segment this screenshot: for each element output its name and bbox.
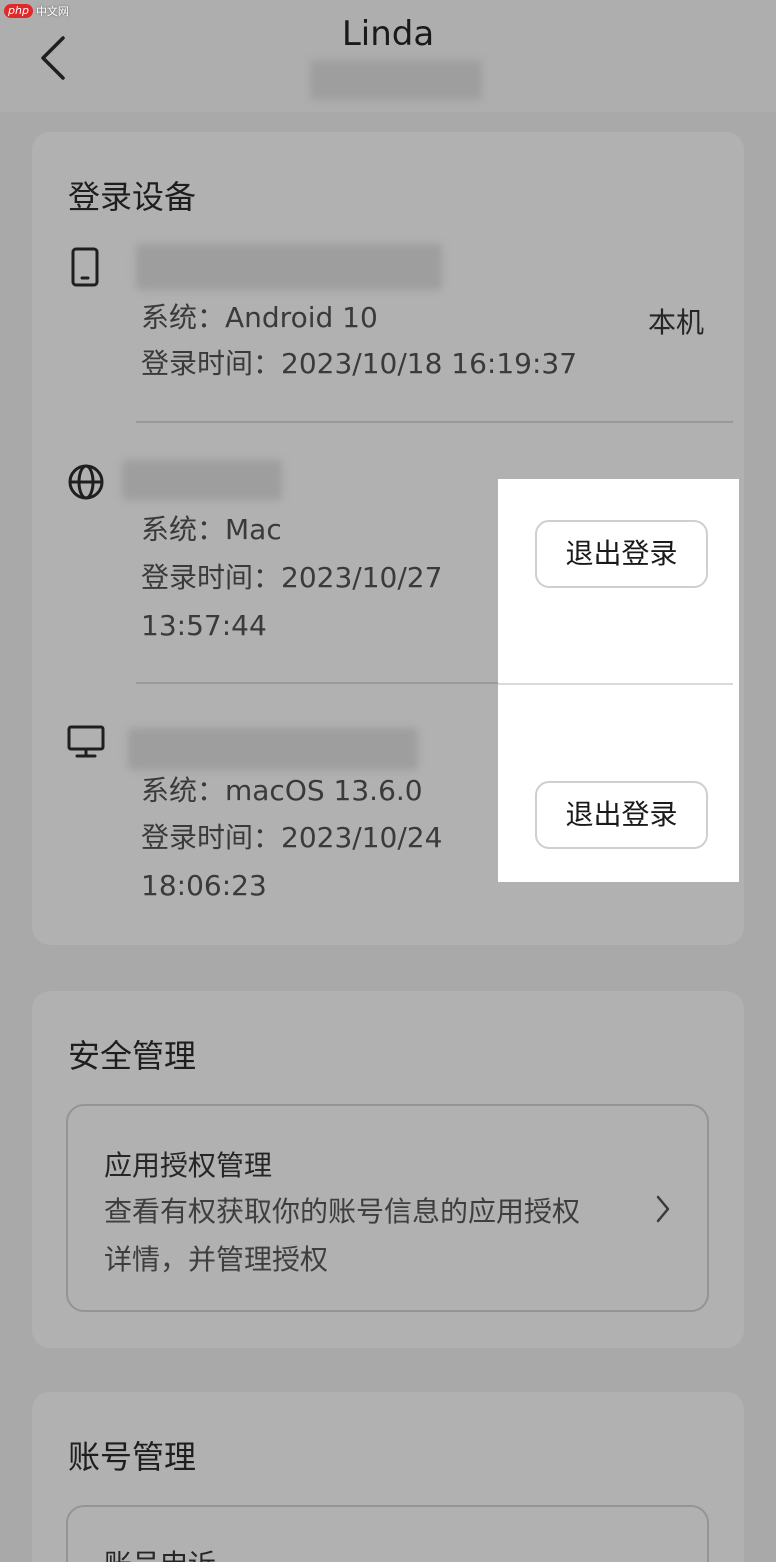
device-system: 系统：Android 10 (141, 301, 378, 334)
current-device-tag: 本机 (648, 306, 705, 339)
desktop-icon (67, 725, 105, 758)
phone-icon (71, 247, 99, 287)
section-title: 安全管理 (68, 1037, 197, 1075)
page-title: Linda (341, 14, 435, 54)
device-login-time-continued: 18:06:23 (141, 869, 267, 902)
globe-icon (68, 464, 104, 500)
blurred-device-name (128, 728, 418, 770)
logout-button[interactable]: 退出登录 (535, 520, 708, 588)
divider (136, 421, 733, 423)
blurred-device-name (136, 244, 442, 290)
account-complaint-entry[interactable]: 账号申诉 (66, 1505, 709, 1562)
section-title: 登录设备 (68, 178, 197, 216)
watermark-site: 中文网 (35, 5, 69, 18)
device-system: 系统：Mac (141, 513, 282, 546)
device-login-time: 登录时间：2023/10/18 16:19:37 (141, 347, 578, 380)
complaint-label: 账号申诉 (104, 1543, 216, 1562)
auth-title: 应用授权管理 (104, 1149, 273, 1182)
divider (498, 683, 733, 685)
security-card: 安全管理 应用授权管理 查看有权获取你的账号信息的应用授权详情，并管理授权 (32, 991, 744, 1348)
device-login-time: 登录时间：2023/10/24 (141, 821, 443, 854)
auth-description: 查看有权获取你的账号信息的应用授权详情，并管理授权 (104, 1195, 581, 1276)
app-authorization-entry[interactable]: 应用授权管理 查看有权获取你的账号信息的应用授权详情，并管理授权 (66, 1104, 709, 1312)
device-login-time-continued: 13:57:44 (141, 609, 267, 642)
chevron-right-icon (656, 1195, 670, 1223)
device-login-time: 登录时间：2023/10/27 (141, 561, 443, 594)
logout-button[interactable]: 退出登录 (535, 781, 708, 849)
section-title: 账号管理 (68, 1438, 197, 1476)
top-bar: Linda (0, 0, 776, 112)
blurred-device-name (122, 460, 282, 500)
watermark-logo: php (4, 4, 33, 18)
blurred-account-id (310, 60, 482, 100)
account-card: 账号管理 账号申诉 (32, 1392, 744, 1562)
site-watermark: php 中文网 (4, 2, 69, 20)
logout-actions-highlight: 退出登录 退出登录 (498, 479, 739, 882)
device-system: 系统：macOS 13.6.0 (141, 774, 423, 807)
